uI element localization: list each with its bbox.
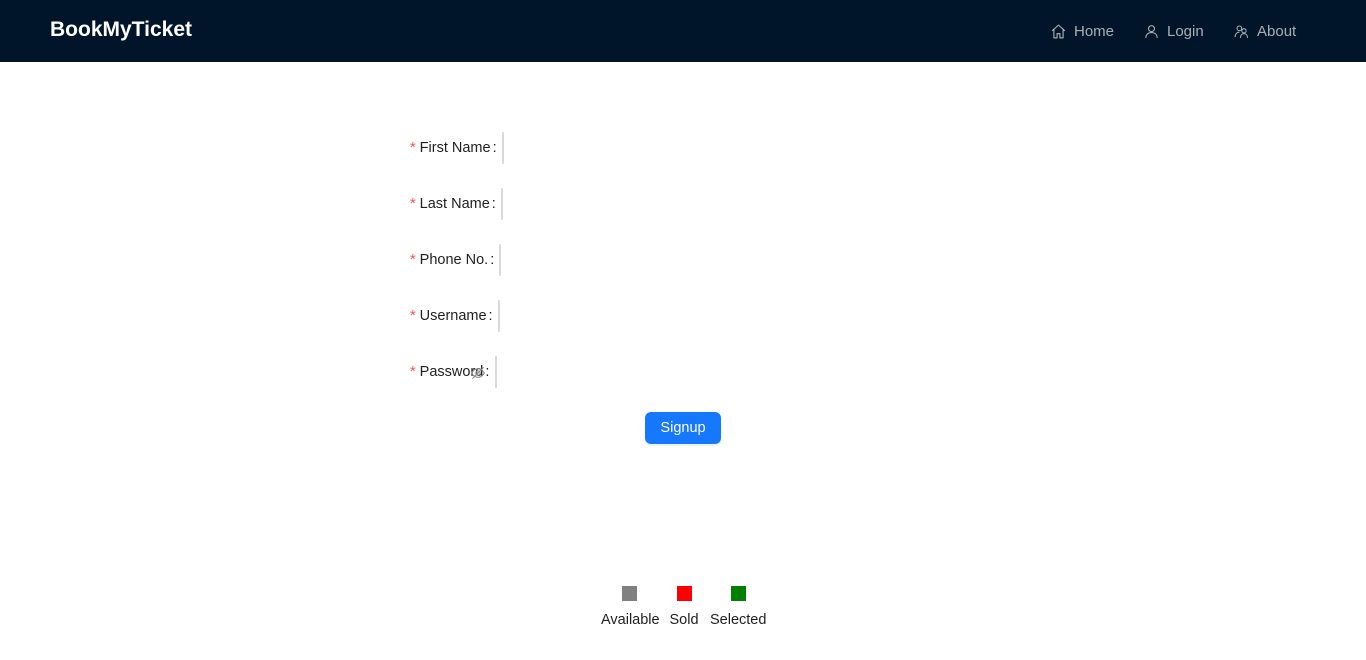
legend-label-sold: Sold [669,612,699,628]
first-name-field-wrapper [502,132,525,164]
legend-item-selected: Selected [710,586,766,629]
username-input[interactable] [499,301,521,331]
available-swatch [621,586,637,601]
last-name-input[interactable] [502,189,524,219]
nav-item-about[interactable]: About [1233,0,1296,62]
user-icon [1145,24,1158,38]
eye-invisible-icon[interactable] [470,365,486,381]
label-colon: : [488,308,493,324]
label-colon: : [490,252,495,268]
field-label-text: Username [419,308,487,324]
last-name-field-wrapper [501,188,524,220]
legend-item-available: Available [601,586,660,629]
phone-field-wrapper [499,244,522,276]
nav-item-login[interactable]: Login [1143,0,1204,62]
home-icon [1051,24,1066,38]
password-field-wrapper [471,356,541,388]
nav-label-login: Login [1167,22,1204,40]
username-label: * Username: [410,300,493,332]
required-mark: * [410,196,416,212]
sold-swatch [676,586,692,601]
nav-item-home[interactable]: Home [1050,0,1114,62]
team-icon [1234,24,1249,38]
required-mark: * [410,252,416,268]
phone-input[interactable] [500,245,522,275]
signup-button[interactable]: Signup [645,412,721,444]
username-field-wrapper [498,300,521,332]
required-mark: * [410,140,416,156]
field-label-text: Last Name [419,196,490,212]
nav-label-about: About [1257,22,1297,40]
nav-label-home: Home [1074,22,1115,40]
first-name-input[interactable] [503,133,525,163]
selected-swatch [730,586,746,601]
brand-logo-text[interactable]: BookMyTicket [50,17,192,43]
field-label-text: First Name [419,140,491,156]
legend-label-selected: Selected [710,612,767,628]
phone-label: * Phone No.: [410,244,494,276]
password-input[interactable] [496,357,541,387]
legend-item-sold: Sold [669,586,699,629]
label-colon: : [491,196,496,212]
top-navbar: BookMyTicket Home Login About [0,0,1366,62]
label-colon: : [492,140,497,156]
required-mark: * [410,308,416,324]
last-name-label: * Last Name: [410,188,496,220]
field-label-text: Phone No. [419,252,489,268]
first-name-label: * First Name: [410,132,497,164]
required-mark: * [410,364,416,380]
legend-label-available: Available [601,612,660,628]
